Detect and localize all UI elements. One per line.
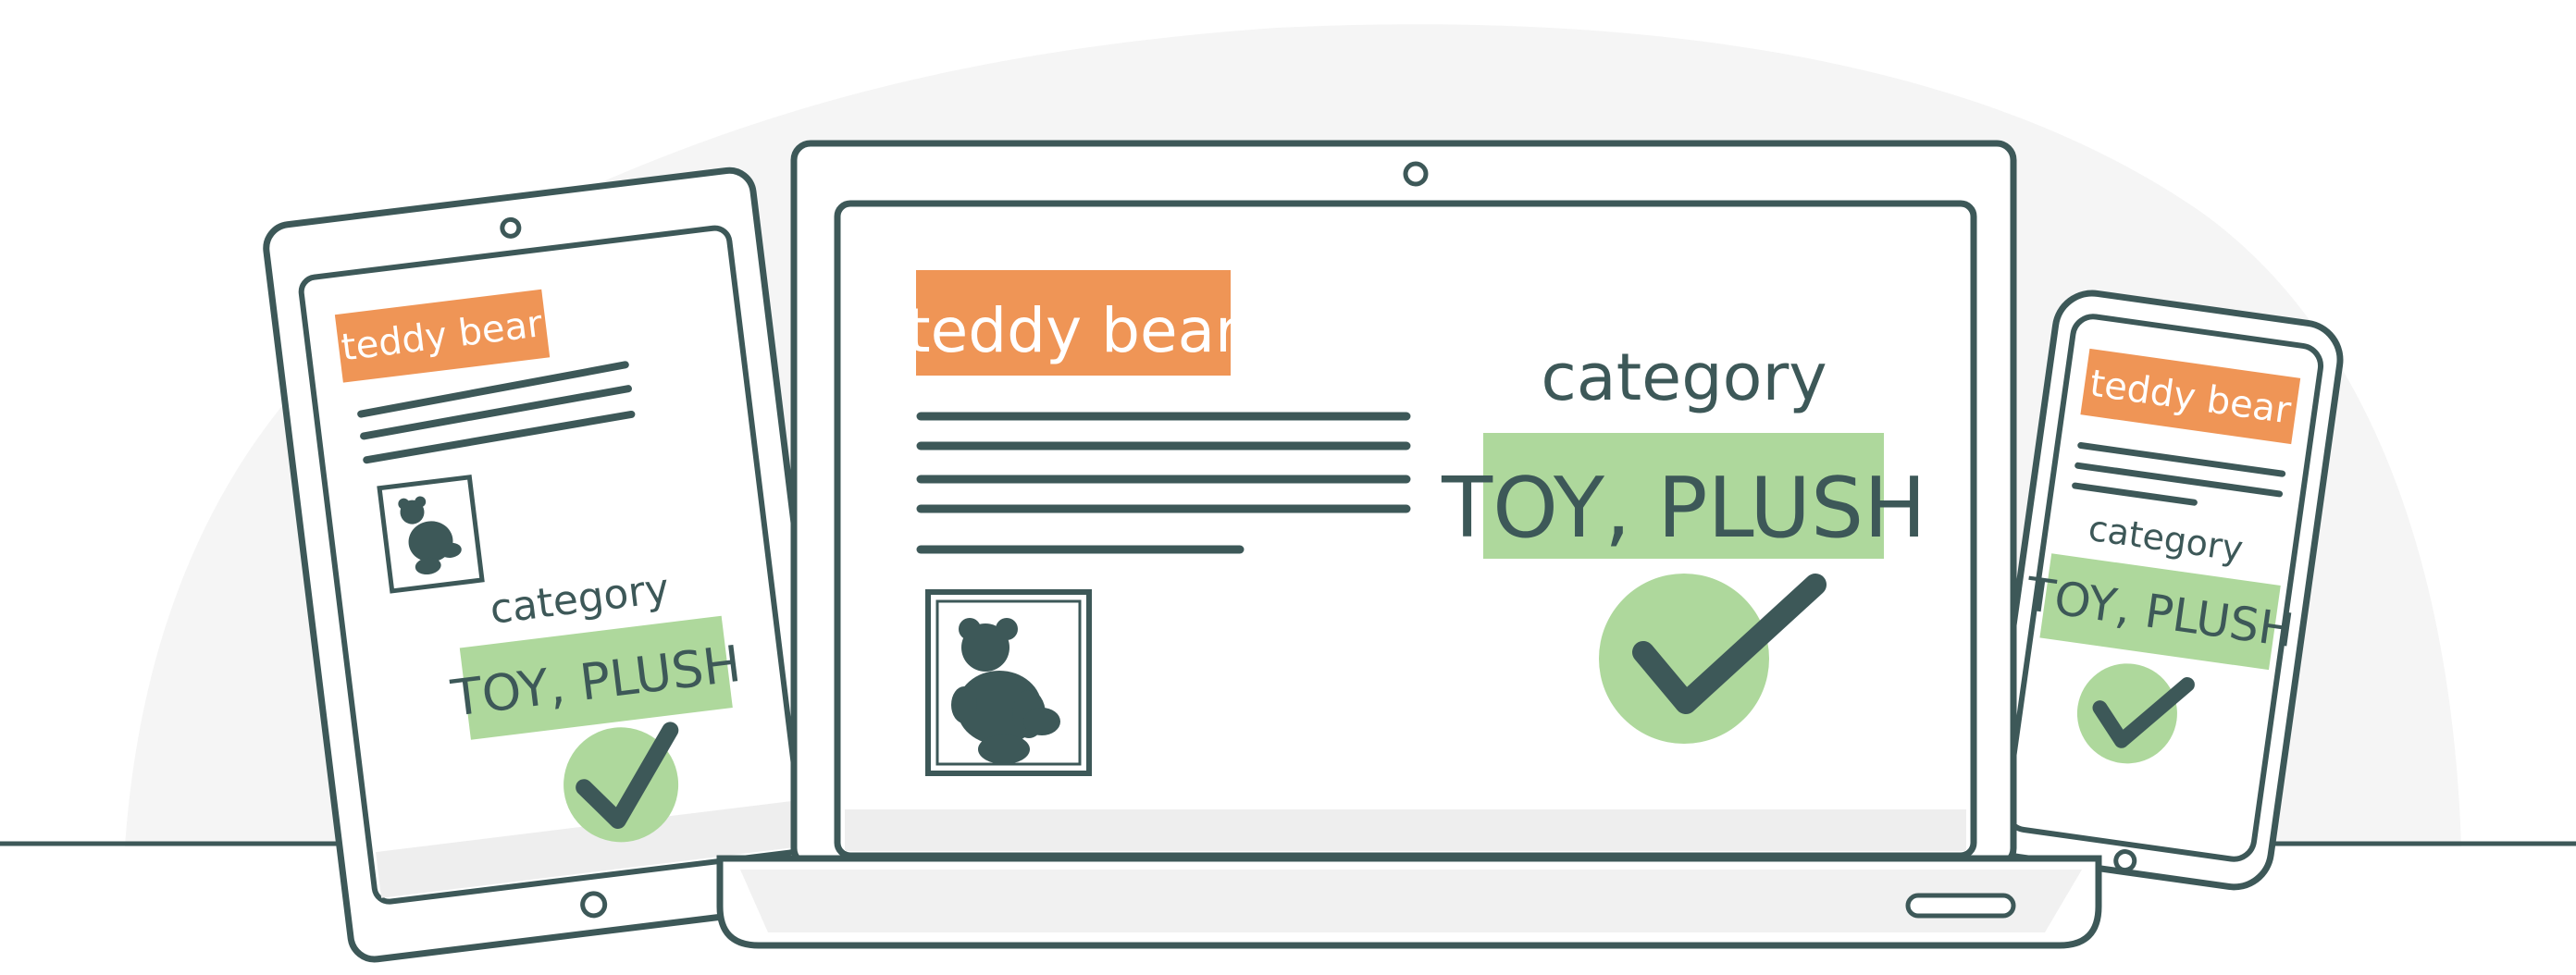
laptop-category-value: TOY, PLUSH xyxy=(1441,460,1926,557)
tablet-home-button xyxy=(580,891,608,919)
tablet-device: teddy bear category TOY, PLUSH xyxy=(263,167,841,963)
phone-home-button xyxy=(2113,849,2137,873)
laptop-product-tag: teddy bear xyxy=(907,295,1241,366)
tablet-camera xyxy=(500,216,522,239)
laptop-camera xyxy=(1403,161,1429,187)
illustration-canvas: teddy bear category TOY, PLUSH teddy bea… xyxy=(0,24,2576,963)
laptop-category-label: category xyxy=(1541,339,1827,415)
laptop-device: teddy bear category TOY, PLUSH xyxy=(716,140,2102,949)
laptop-trackpad-slot xyxy=(1905,893,2016,919)
